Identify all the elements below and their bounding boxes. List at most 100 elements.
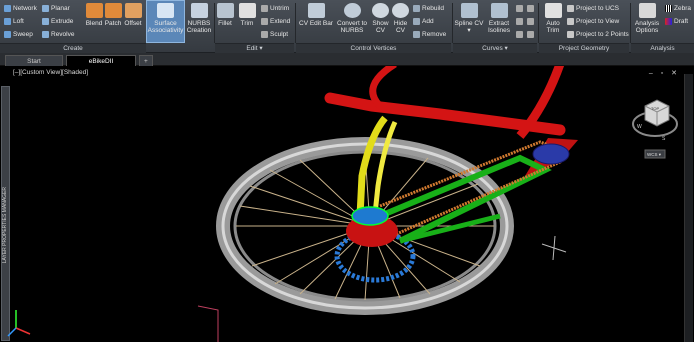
fillet-button[interactable]: Fillet xyxy=(215,3,235,27)
front-sprocket xyxy=(351,206,389,226)
drawing-viewport[interactable]: [–][Custom View][Shaded] – ▫ ✕ LAYER PRO… xyxy=(0,66,694,342)
extract-isolines-button[interactable]: Extract Isolines xyxy=(485,3,513,34)
add-cv-button[interactable]: Add xyxy=(413,18,434,25)
zebra-button[interactable]: Zebra xyxy=(665,5,691,12)
ribbon: Network Planar Loft Extrude Sweep Revolv… xyxy=(0,0,694,53)
auto-trim-button[interactable]: Auto Trim xyxy=(542,3,564,34)
curve-tools-row[interactable] xyxy=(516,31,534,38)
revolve-icon xyxy=(42,31,49,38)
curve-tools-row[interactable] xyxy=(516,5,534,12)
surface-associativity-button[interactable]: Surface Associativity xyxy=(146,0,185,43)
surface-associativity-icon xyxy=(157,3,174,18)
revolve-button[interactable]: Revolve xyxy=(42,31,74,38)
network-icon xyxy=(4,5,11,12)
analysis-options-button[interactable]: Analysis Options xyxy=(631,3,663,34)
blend-button[interactable]: Blend xyxy=(84,3,104,27)
tab-current-drawing[interactable]: eBikeDII xyxy=(66,55,136,66)
analysis-panel-label: Analysis xyxy=(631,43,694,53)
scissors-icon xyxy=(238,3,256,18)
viewcube[interactable]: TOP W S WCS ▾ xyxy=(632,99,678,159)
viewcube-west-label: W xyxy=(637,124,642,130)
pivot-crosshair xyxy=(541,235,567,261)
extract-isolines-icon xyxy=(490,3,508,18)
trim-button[interactable]: Trim xyxy=(237,3,257,27)
new-tab-button[interactable]: + xyxy=(139,55,153,66)
bike-model-scene: TOP W S WCS ▾ xyxy=(7,66,678,342)
draft-button[interactable]: Draft xyxy=(665,18,688,25)
patch-icon xyxy=(104,3,122,18)
curve-icon xyxy=(516,5,523,12)
add-icon xyxy=(413,18,420,25)
offset-button[interactable]: Offset xyxy=(122,3,144,27)
curve-icon xyxy=(516,18,523,25)
viewcube-top-label: TOP xyxy=(651,106,659,111)
project-to-ucs-button[interactable]: Project to UCS xyxy=(567,5,619,12)
separator xyxy=(295,3,296,43)
loft-icon xyxy=(4,18,11,25)
grip-marker xyxy=(197,305,219,342)
scissors-icon xyxy=(544,3,562,18)
draft-icon xyxy=(665,18,672,25)
show-cv-icon xyxy=(372,3,389,18)
sweep-icon xyxy=(4,31,11,38)
patch-button[interactable]: Patch xyxy=(104,3,122,27)
curve-icon xyxy=(516,31,523,38)
rear-sprocket xyxy=(532,143,570,165)
rebuild-button[interactable]: Rebuild xyxy=(413,5,444,12)
loft-button[interactable]: Loft xyxy=(4,18,24,25)
show-cv-button[interactable]: Show CV xyxy=(371,3,390,34)
cv-edit-bar-button[interactable]: CV Edit Bar xyxy=(298,3,334,27)
convert-nurbs-icon xyxy=(343,3,361,18)
sculpt-button[interactable]: Sculpt xyxy=(261,31,288,38)
separator xyxy=(538,3,539,43)
curve-tools-row[interactable] xyxy=(516,18,534,25)
curves-panel-label[interactable]: Curves ▾ xyxy=(453,43,537,53)
project-points-icon xyxy=(567,31,574,38)
blend-icon xyxy=(85,3,103,18)
file-tabs: Start eBikeDII + xyxy=(0,53,694,66)
tab-start[interactable]: Start xyxy=(5,55,63,66)
edit-panel-label[interactable]: Edit ▾ xyxy=(215,43,294,53)
project-view-icon xyxy=(567,18,574,25)
nurbs-creation-icon xyxy=(190,3,208,18)
project-to-2-points-button[interactable]: Project to 2 Points xyxy=(567,31,629,38)
control-vertices-panel-label: Control Vertices xyxy=(296,43,451,53)
cv-edit-bar-icon xyxy=(307,3,325,18)
zebra-icon xyxy=(665,5,672,12)
curve-icon xyxy=(527,31,534,38)
untrim-icon xyxy=(261,5,268,12)
nurbs-creation-button[interactable]: NURBS Creation xyxy=(185,3,213,34)
offset-icon xyxy=(124,3,142,18)
spline-cv-button[interactable]: Spline CV ▾ xyxy=(455,3,483,34)
planar-button[interactable]: Planar xyxy=(42,5,70,12)
extend-icon xyxy=(261,18,268,25)
sweep-button[interactable]: Sweep xyxy=(4,31,33,38)
viewcube-south-label: S xyxy=(662,136,666,142)
remove-cv-button[interactable]: Remove xyxy=(413,31,446,38)
spline-cv-icon xyxy=(460,3,478,18)
curve-icon xyxy=(527,5,534,12)
fillet-icon xyxy=(216,3,234,18)
hide-cv-icon xyxy=(392,3,409,18)
untrim-button[interactable]: Untrim xyxy=(261,5,289,12)
extend-button[interactable]: Extend xyxy=(261,18,290,25)
planar-icon xyxy=(42,5,49,12)
project-ucs-icon xyxy=(567,5,574,12)
curve-icon xyxy=(527,18,534,25)
separator xyxy=(452,3,453,43)
sculpt-icon xyxy=(261,31,268,38)
network-button[interactable]: Network xyxy=(4,5,37,12)
extrude-button[interactable]: Extrude xyxy=(42,18,73,25)
project-geometry-panel-label: Project Geometry xyxy=(539,43,629,53)
extrude-icon xyxy=(42,18,49,25)
create-panel-label[interactable]: Create xyxy=(0,43,146,53)
hide-cv-button[interactable]: Hide CV xyxy=(391,3,410,34)
analysis-options-icon xyxy=(638,3,656,18)
project-to-view-button[interactable]: Project to View xyxy=(567,18,619,25)
rebuild-icon xyxy=(413,5,420,12)
convert-to-nurbs-button[interactable]: Convert to NURBS xyxy=(334,3,370,34)
wcs-menu[interactable]: WCS ▾ xyxy=(647,152,662,157)
remove-icon xyxy=(413,31,420,38)
ucs-icon xyxy=(7,310,31,337)
frame-head-tube xyxy=(369,66,397,109)
